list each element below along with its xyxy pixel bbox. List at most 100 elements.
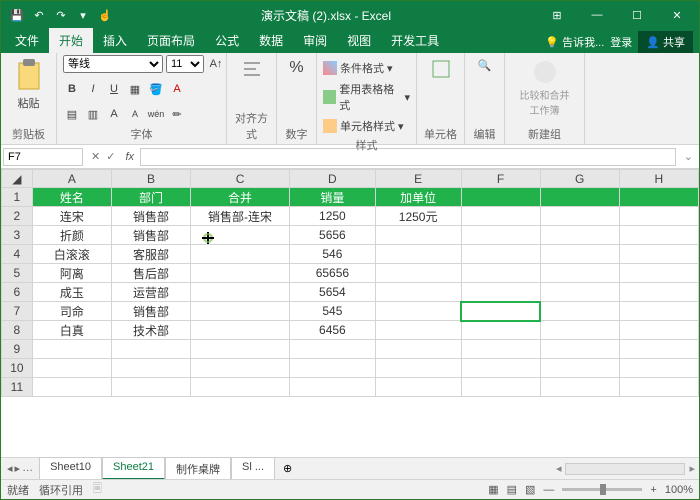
cell-B10[interactable] [111, 359, 190, 378]
cell-E2[interactable]: 1250元 [375, 207, 461, 226]
zoom-out-icon[interactable]: ― [543, 484, 554, 496]
cell-F1[interactable] [461, 188, 540, 207]
select-all-cell[interactable]: ◢ [2, 170, 33, 188]
cell-G4[interactable] [540, 245, 619, 264]
paste-button[interactable]: 粘贴 [11, 55, 47, 115]
cell-H10[interactable] [619, 359, 698, 378]
close-icon[interactable]: ✕ [657, 1, 697, 29]
cell-G3[interactable] [540, 226, 619, 245]
cells-button[interactable] [427, 55, 455, 83]
col-header-G[interactable]: G [540, 170, 619, 188]
cell-F2[interactable] [461, 207, 540, 226]
cell-E10[interactable] [375, 359, 461, 378]
view-pagebreak-icon[interactable]: ▧ [525, 483, 535, 496]
tab-公式[interactable]: 公式 [205, 28, 249, 53]
row-header-8[interactable]: 8 [2, 321, 33, 340]
new-sheet-icon[interactable]: ⊕ [275, 462, 300, 475]
cell-D10[interactable] [290, 359, 376, 378]
fx-icon[interactable]: fx [121, 151, 138, 163]
cell-C3[interactable] [191, 226, 290, 245]
cell-F7[interactable] [461, 302, 540, 321]
row-header-2[interactable]: 2 [2, 207, 33, 226]
bold-button[interactable]: B [63, 80, 81, 98]
hscroll-left-icon[interactable]: ◂ [552, 462, 566, 475]
cell-B2[interactable]: 销售部 [111, 207, 190, 226]
cell-G10[interactable] [540, 359, 619, 378]
cell-E5[interactable] [375, 264, 461, 283]
col-header-C[interactable]: C [191, 170, 290, 188]
cell-C8[interactable] [191, 321, 290, 340]
cell-B5[interactable]: 售后部 [111, 264, 190, 283]
cell-C1[interactable]: 合并 [191, 188, 290, 207]
cell-D2[interactable]: 1250 [290, 207, 376, 226]
cell-A2[interactable]: 连宋 [32, 207, 111, 226]
cell-A4[interactable]: 白滚滚 [32, 245, 111, 264]
cell-D8[interactable]: 6456 [290, 321, 376, 340]
cell-style-button[interactable]: 单元格样式 ▾ [323, 117, 404, 135]
enter-formula-icon[interactable]: ✓ [106, 150, 115, 163]
cell-A10[interactable] [32, 359, 111, 378]
cell-H9[interactable] [619, 340, 698, 359]
row-header-7[interactable]: 7 [2, 302, 33, 321]
row-header-3[interactable]: 3 [2, 226, 33, 245]
italic-button[interactable]: I [84, 80, 102, 98]
cell-F4[interactable] [461, 245, 540, 264]
cell-B3[interactable]: 销售部 [111, 226, 190, 245]
zoom-in-icon[interactable]: + [650, 484, 656, 496]
cell-H8[interactable] [619, 321, 698, 340]
cell-D9[interactable] [290, 340, 376, 359]
col-header-D[interactable]: D [290, 170, 376, 188]
tab-开发工具[interactable]: 开发工具 [381, 28, 449, 53]
table-format-button[interactable]: 套用表格格式 ▾ [323, 80, 410, 114]
row-header-4[interactable]: 4 [2, 245, 33, 264]
borders2-icon[interactable]: ▥ [84, 105, 102, 123]
tell-me[interactable]: 💡 告诉我... [545, 34, 604, 50]
tab-nav-menu-icon[interactable]: … [22, 462, 33, 475]
row-header-5[interactable]: 5 [2, 264, 33, 283]
cell-A8[interactable]: 白真 [32, 321, 111, 340]
cell-G8[interactable] [540, 321, 619, 340]
border-button[interactable]: ▦ [126, 80, 144, 98]
increase-font-icon[interactable]: A↑ [207, 55, 225, 73]
hscroll-right-icon[interactable]: ▸ [685, 462, 699, 475]
cell-H3[interactable] [619, 226, 698, 245]
save-icon[interactable]: 💾 [7, 5, 27, 25]
cell-F5[interactable] [461, 264, 540, 283]
cell-B6[interactable]: 运营部 [111, 283, 190, 302]
touch-icon[interactable]: ☝ [95, 5, 115, 25]
fill-color-button[interactable]: 🪣 [147, 80, 165, 98]
cell-E6[interactable] [375, 283, 461, 302]
cell-B7[interactable]: 销售部 [111, 302, 190, 321]
col-header-H[interactable]: H [619, 170, 698, 188]
tab-开始[interactable]: 开始 [49, 28, 93, 53]
tab-插入[interactable]: 插入 [93, 28, 137, 53]
cell-B8[interactable]: 技术部 [111, 321, 190, 340]
font-color-button[interactable]: A [168, 80, 186, 98]
cell-F10[interactable] [461, 359, 540, 378]
phonetic-icon[interactable]: wén [147, 105, 165, 123]
ribbon-options-icon[interactable]: ⊞ [537, 1, 577, 29]
row-header-1[interactable]: 1 [2, 188, 33, 207]
cancel-formula-icon[interactable]: ✕ [91, 150, 100, 163]
cell-C6[interactable] [191, 283, 290, 302]
font-small-icon[interactable]: A [126, 105, 144, 123]
tab-视图[interactable]: 视图 [337, 28, 381, 53]
row-header-9[interactable]: 9 [2, 340, 33, 359]
row-header-10[interactable]: 10 [2, 359, 33, 378]
col-header-A[interactable]: A [32, 170, 111, 188]
borders-icon[interactable]: ▤ [63, 105, 81, 123]
cell-A6[interactable]: 成玉 [32, 283, 111, 302]
cell-A5[interactable]: 阿离 [32, 264, 111, 283]
font-size-select[interactable]: 11 [166, 55, 204, 73]
conditional-format-button[interactable]: 条件格式 ▾ [323, 59, 393, 77]
cell-A9[interactable] [32, 340, 111, 359]
cell-H11[interactable] [619, 378, 698, 397]
cell-G5[interactable] [540, 264, 619, 283]
cell-F8[interactable] [461, 321, 540, 340]
cell-G1[interactable] [540, 188, 619, 207]
cell-D5[interactable]: 65656 [290, 264, 376, 283]
cell-D4[interactable]: 546 [290, 245, 376, 264]
maximize-icon[interactable]: ☐ [617, 1, 657, 29]
expand-formula-icon[interactable]: ⌄ [678, 150, 699, 163]
repeat-icon[interactable]: ▾ [73, 5, 93, 25]
